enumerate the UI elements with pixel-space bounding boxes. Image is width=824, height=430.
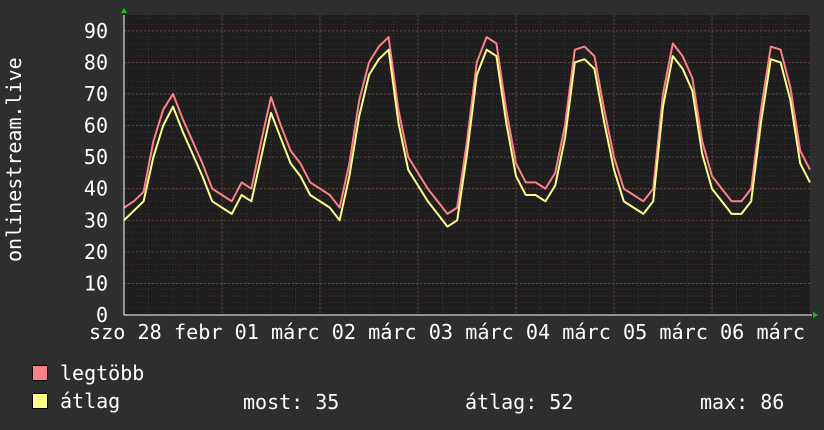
legend-label-avg: átlag	[60, 389, 121, 413]
y-tick-label: 10	[84, 271, 108, 295]
stat-current: most: 35	[243, 390, 340, 414]
x-axis-arrow	[813, 312, 818, 318]
y-axis-ticks: 0102030405060708090	[84, 19, 108, 327]
y-tick-label: 90	[84, 19, 108, 43]
y-tick-label: 40	[84, 177, 108, 201]
legend-item-avg: átlag	[32, 388, 120, 414]
y-tick-label: 20	[84, 240, 108, 264]
legend-label-max: legtöbb	[60, 361, 145, 385]
y-tick-label: 70	[84, 82, 108, 106]
y-tick-label: 50	[84, 145, 108, 169]
legend-swatch-avg	[32, 393, 48, 409]
y-axis-label: onlinestream.live	[2, 57, 26, 262]
legend-swatch-max	[32, 365, 48, 381]
y-tick-label: 80	[84, 50, 108, 74]
y-tick-label: 60	[84, 114, 108, 138]
x-axis-ticks: szo 28 febr 01 márc 02 márc 03 márc 04 m…	[89, 320, 805, 344]
y-axis-arrow	[121, 8, 127, 13]
stat-maximum: max: 86	[700, 390, 785, 414]
stat-average: átlag: 52	[465, 390, 574, 414]
x-tick-labels: szo 28 febr 01 márc 02 márc 03 márc 04 m…	[89, 320, 805, 344]
y-tick-label: 30	[84, 208, 108, 232]
legend-item-max: legtöbb	[32, 360, 144, 386]
